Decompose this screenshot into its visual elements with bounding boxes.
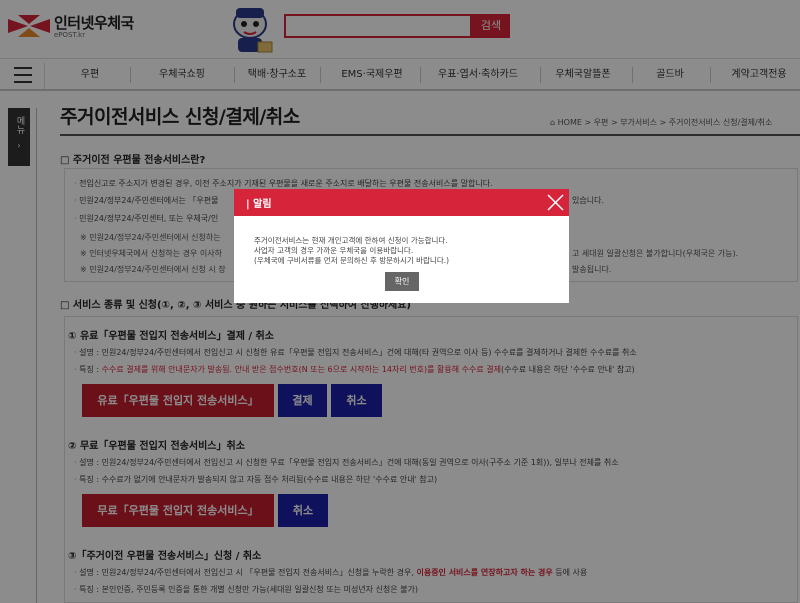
alert-dialog: | 알림 주거이전서비스는 현재 개인고객에 한하여 신청이 가능합니다. 사업… [234,189,569,303]
dialog-line: 주거이전서비스는 현재 개인고객에 한하여 신청이 가능합니다. [254,236,448,245]
close-icon[interactable] [542,189,569,216]
confirm-button[interactable]: 확인 [385,272,419,291]
dialog-line: (우체국에 구비서류를 먼저 문의하신 후 방문하시기 바랍니다.) [254,256,450,265]
dialog-title: | 알림 [246,199,272,210]
dialog-header: | 알림 [234,189,569,216]
dialog-message: 주거이전서비스는 현재 개인고객에 한하여 신청이 가능합니다. 사업자 고객의… [254,236,449,266]
dialog-line: 사업자 고객의 경우 가까운 우체국을 이용바랍니다. [254,246,414,255]
